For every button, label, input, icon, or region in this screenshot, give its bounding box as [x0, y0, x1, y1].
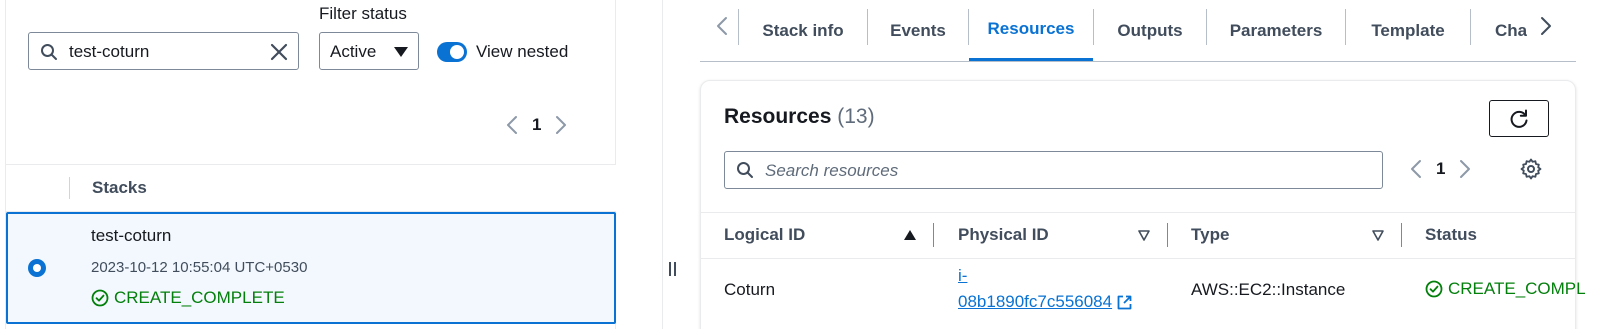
tab-outputs[interactable]: Outputs [1094, 0, 1206, 61]
tabs-scroll-left-button[interactable] [710, 14, 734, 38]
physical-id-line1: i- [958, 266, 968, 285]
page-number[interactable]: 1 [1428, 159, 1453, 179]
filter-status-label: Filter status [319, 4, 407, 23]
search-icon [737, 162, 753, 178]
chevron-left-icon [717, 17, 727, 35]
sort-ascending-icon[interactable] [903, 228, 917, 242]
physical-id-link[interactable]: i- 08b1890fc7c556084 [958, 263, 1133, 315]
split-divider-line [662, 0, 663, 329]
stacks-column-header: Stacks [92, 178, 147, 197]
search-placeholder: Search resources [765, 161, 899, 180]
next-page-button[interactable] [1453, 157, 1477, 181]
handle-bar [674, 262, 676, 276]
status-header[interactable]: Status [1425, 225, 1477, 245]
column-resizer[interactable] [933, 223, 934, 247]
tabs-scroll-right-button[interactable] [1534, 14, 1558, 38]
split-panel-gutter [616, 0, 663, 329]
chevron-right-icon [1541, 17, 1551, 35]
logical-id-header[interactable]: Logical ID [724, 225, 805, 245]
sort-icon[interactable] [1371, 228, 1385, 242]
stack-radio-selected[interactable] [28, 259, 46, 277]
logical-id-cell: Coturn [724, 280, 776, 299]
caret-down-icon [394, 47, 408, 57]
tab-parameters[interactable]: Parameters [1207, 0, 1345, 61]
stacks-pagination: 1 [500, 113, 573, 137]
gear-icon[interactable] [1519, 157, 1543, 181]
resources-heading: Resources (13) [724, 105, 875, 129]
check-circle-icon [1425, 280, 1443, 298]
stack-search-input[interactable]: test-coturn [28, 32, 299, 70]
handle-bar [669, 262, 671, 276]
check-circle-icon [91, 289, 109, 307]
type-header[interactable]: Type [1191, 225, 1229, 245]
radio-dot [33, 264, 41, 272]
chevron-right-icon [1460, 160, 1471, 178]
column-resizer[interactable] [1167, 223, 1168, 247]
physical-id-header[interactable]: Physical ID [958, 225, 1049, 245]
resources-count: (13) [837, 105, 875, 128]
view-nested-toggle[interactable] [437, 42, 467, 62]
tab-stack-info[interactable]: Stack info [739, 0, 867, 61]
toggle-knob [450, 45, 464, 59]
stack-details-tabs: Stack info Events Resources Outputs Para… [700, 0, 1576, 62]
stack-timestamp: 2023-10-12 10:55:04 UTC+0530 [91, 259, 308, 276]
next-page-button[interactable] [549, 113, 573, 137]
sort-icon[interactable] [1137, 228, 1151, 242]
resources-table-header: Logical ID Physical ID Type Status [701, 212, 1575, 259]
column-resizer[interactable] [1401, 223, 1402, 247]
status-cell: CREATE_COMPL [1425, 279, 1586, 299]
column-divider [69, 177, 70, 199]
status-text: CREATE_COMPL [1448, 279, 1586, 298]
tab-events[interactable]: Events [868, 0, 968, 61]
page-number[interactable]: 1 [524, 115, 549, 135]
stack-name: test-coturn [91, 226, 172, 245]
view-nested-label: View nested [476, 42, 569, 61]
search-value: test-coturn [69, 42, 150, 61]
filter-status-select[interactable]: Active [319, 32, 419, 70]
stacks-panel: Filter status test-coturn Active View ne… [0, 0, 616, 329]
search-resources-input[interactable]: Search resources [724, 151, 1383, 189]
tab-change-sets[interactable]: Cha [1471, 0, 1527, 61]
tab-resources[interactable]: Resources [969, 0, 1093, 61]
chevron-right-icon [556, 116, 567, 134]
stacks-table-header: Stacks [6, 164, 616, 212]
refresh-icon [1510, 109, 1528, 128]
search-icon [41, 44, 57, 60]
chevron-left-icon [507, 116, 517, 134]
previous-page-button[interactable] [500, 113, 524, 137]
stack-row[interactable]: test-coturn 2023-10-12 10:55:04 UTC+0530… [6, 212, 616, 324]
stack-status-text: CREATE_COMPLETE [114, 288, 285, 307]
previous-page-button[interactable] [1404, 157, 1428, 181]
stack-status: CREATE_COMPLETE [91, 288, 285, 308]
resources-container: Resources (13) Search resources 1 Logica… [700, 80, 1586, 329]
physical-id-line2: 08b1890fc7c556084 [958, 292, 1113, 311]
filter-status-value: Active [330, 42, 377, 61]
physical-id-line2-wrap: 08b1890fc7c556084 [958, 289, 1133, 315]
resources-pagination: 1 [1404, 157, 1477, 181]
resources-title: Resources [724, 105, 832, 128]
clear-icon[interactable] [269, 42, 289, 62]
chevron-left-icon [1411, 160, 1421, 178]
type-cell: AWS::EC2::Instance [1191, 280, 1346, 299]
tab-template[interactable]: Template [1346, 0, 1470, 61]
refresh-button[interactable] [1489, 100, 1549, 137]
resize-handle[interactable] [668, 260, 678, 280]
external-link-icon [1117, 295, 1132, 309]
